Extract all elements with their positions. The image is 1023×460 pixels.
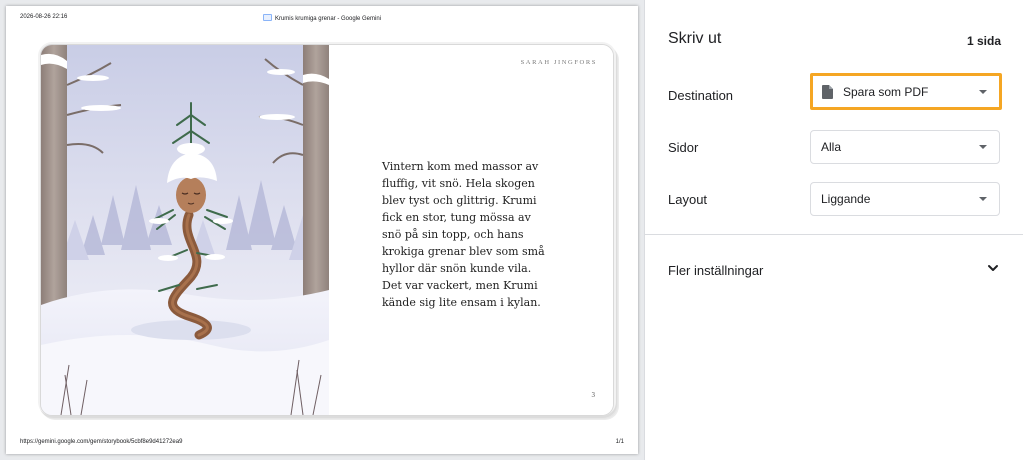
preview-sheet: 2026-08-26 22:16 Krumis krumiga grenar -… [6,6,638,454]
tab-icon [262,14,272,21]
more-settings-toggle[interactable]: Fler inställningar [645,248,1023,292]
destination-label: Destination [668,88,734,103]
print-settings-panel: Skriv ut 1 sida Destination Spara som PD… [644,0,1023,460]
footer-url: https://gemini.google.com/gem/storybook/… [20,439,183,445]
pages-value: Alla [821,140,842,154]
layout-label: Layout [668,192,708,207]
dialog-title: Skriv ut [668,30,722,47]
header-title: Krumis krumiga grenar - Google Gemini [6,14,638,22]
storybook-spread: SARAH JINGFORS Vintern kom med massor av… [40,44,614,416]
pages-select[interactable]: Alla [810,130,1000,164]
story-illustration [41,45,329,415]
document-icon [822,84,833,99]
book-page-number: 3 [591,391,596,399]
layout-value: Liggande [821,192,871,206]
print-preview: 2026-08-26 22:16 Krumis krumiga grenar -… [0,0,644,460]
chevron-down-icon [979,197,987,201]
story-text: Vintern kom med massor av fluffig, vit s… [382,160,545,309]
footer-page-indicator: 1/1 [615,439,624,445]
more-settings-label: Fler inställningar [668,263,764,278]
chevron-down-icon [988,265,998,271]
story-text-page: SARAH JINGFORS Vintern kom med massor av… [329,45,613,415]
chevron-down-icon [979,90,987,94]
section-divider [645,234,1023,235]
header-title-text: Krumis krumiga grenar - Google Gemini [274,16,382,22]
chevron-down-icon [979,145,987,149]
destination-value: Spara som PDF [843,84,929,99]
destination-select[interactable]: Spara som PDF [810,73,1002,110]
layout-select[interactable]: Liggande [810,182,1000,216]
page-count: 1 sida [966,34,1001,48]
pages-label: Sidor [668,140,699,155]
print-dialog: 2026-08-26 22:16 Krumis krumiga grenar -… [0,0,1023,460]
author-name: SARAH JINGFORS [520,59,597,66]
